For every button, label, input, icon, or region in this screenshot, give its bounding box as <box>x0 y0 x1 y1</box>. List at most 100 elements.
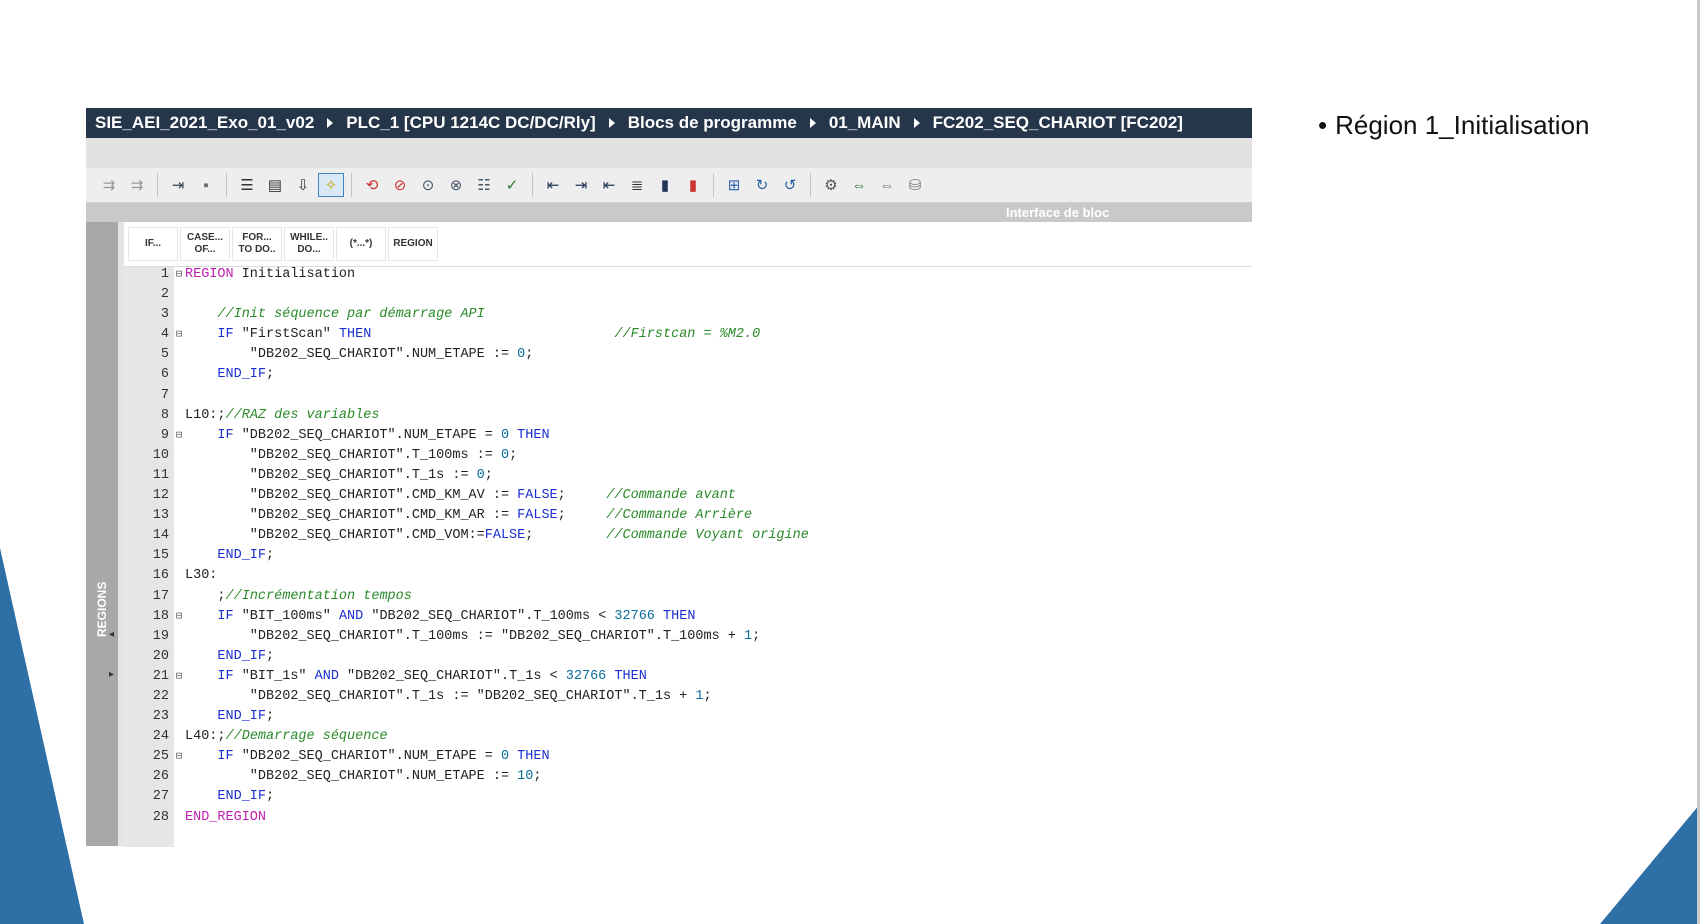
code-line[interactable]: 26 "DB202_SEQ_CHARIOT".NUM_ETAPE := 10; <box>124 769 809 789</box>
code-line[interactable]: 17 ;//Incrémentation tempos <box>124 589 809 609</box>
snippet-comment-button[interactable]: (*...*) <box>336 227 386 261</box>
clear-icon[interactable]: ▪ <box>193 173 219 197</box>
indent-right-icon[interactable]: ⇥ <box>568 173 594 197</box>
breadcrumb-separator-icon <box>913 118 920 128</box>
code-text: "DB202_SEQ_CHARIOT".T_1s := "DB202_SEQ_C… <box>185 688 696 704</box>
goto-icon[interactable]: ⟲ <box>359 173 385 197</box>
regions-collapse-icon[interactable]: ◂ ▸ <box>109 615 114 695</box>
align-icon[interactable]: ☷ <box>471 173 497 197</box>
monitor-icon[interactable]: ⊙ <box>415 173 441 197</box>
slide-decoration-left <box>0 548 84 924</box>
keyword: END_IF <box>217 648 267 664</box>
code-line[interactable]: 19 "DB202_SEQ_CHARIOT".T_100ms := "DB202… <box>124 629 809 649</box>
outdent-icon[interactable]: ⇉ <box>124 173 150 197</box>
block-interface-bar[interactable]: Interface de bloc <box>86 203 1252 223</box>
code-line[interactable]: 25 ⊟ IF "DB202_SEQ_CHARIOT".NUM_ETAPE = 0… <box>124 749 809 769</box>
verify-icon[interactable]: ✓ <box>499 173 525 197</box>
fold-toggle-icon[interactable]: ⊟ <box>173 749 185 763</box>
code-line[interactable]: 3 //Init séquence par démarrage API <box>124 307 809 327</box>
code-line[interactable]: 6 END_IF; <box>124 367 809 387</box>
snippet-if-button[interactable]: IF... <box>128 227 178 261</box>
breadcrumb-block[interactable]: FC202_SEQ_CHARIOT [FC202] <box>933 113 1183 133</box>
compare-icon[interactable]: ⇔ <box>846 173 872 197</box>
code-line[interactable]: 10 "DB202_SEQ_CHARIOT".T_100ms := 0; <box>124 448 809 468</box>
code-line[interactable]: 12 "DB202_SEQ_CHARIOT".CMD_KM_AV := FALS… <box>124 488 809 508</box>
bookmark-icon[interactable]: ▮ <box>652 173 678 197</box>
breadcrumb-separator-icon <box>327 118 334 128</box>
keyword: THEN <box>517 749 550 765</box>
code-line[interactable]: 21 ⊟ IF "BIT_1s" AND "DB202_SEQ_CHARIOT".… <box>124 669 809 689</box>
snippet-icon[interactable]: ✧ <box>318 173 344 197</box>
keyword: THEN <box>338 327 372 343</box>
snippet-for-button[interactable]: FOR... TO DO.. <box>232 227 282 261</box>
breadcrumb-plc[interactable]: PLC_1 [CPU 1214C DC/DC/Rly] <box>346 113 595 133</box>
code-text: ; <box>557 488 607 504</box>
snippet-case-button[interactable]: CASE... OF... <box>180 227 230 261</box>
toolbar-separator <box>351 173 352 197</box>
insert-icon[interactable]: ⇥ <box>165 173 191 197</box>
delete-breakpoint-icon[interactable]: ⊘ <box>387 173 413 197</box>
code-line[interactable]: 28 END_REGION <box>124 810 809 830</box>
code-line[interactable]: 11 "DB202_SEQ_CHARIOT".T_1s := 0; <box>124 468 809 488</box>
regions-panel[interactable]: REGIONS ◂ ▸ <box>86 222 118 846</box>
next-icon[interactable]: ↻ <box>749 173 775 197</box>
region-keyword: REGION <box>185 267 234 282</box>
code-text: ; <box>185 588 226 604</box>
code-line[interactable]: 8 L10:;//RAZ des variables <box>124 408 809 428</box>
code-line[interactable]: 9 ⊟ IF "DB202_SEQ_CHARIOT".NUM_ETAPE = 0 … <box>124 428 809 448</box>
slide-bullet: • Région 1_Initialisation <box>1318 110 1590 140</box>
download-icon[interactable]: ⇩ <box>290 173 316 197</box>
code-line[interactable]: 4 ⊟ IF "FirstScan" THEN //Firstcan = %M2.… <box>124 327 809 347</box>
code-line[interactable]: 16 L30: <box>124 568 809 588</box>
monitor-stop-icon[interactable]: ⊗ <box>443 173 469 197</box>
breadcrumb-program-blocks[interactable]: Blocs de programme <box>628 113 797 133</box>
format-icon[interactable]: ≣ <box>624 173 650 197</box>
fold-toggle-icon[interactable]: ⊟ <box>173 609 185 623</box>
code-line[interactable]: 2 <box>124 287 809 307</box>
code-line[interactable]: 27 END_IF; <box>124 789 809 809</box>
code-line[interactable]: 22 "DB202_SEQ_CHARIOT".T_1s := "DB202_SE… <box>124 689 809 709</box>
prev-icon[interactable]: ↺ <box>777 173 803 197</box>
code-text: "DB202_SEQ_CHARIOT".CMD_KM_AV := <box>185 488 518 504</box>
breadcrumb-main[interactable]: 01_MAIN <box>829 113 901 133</box>
code-line[interactable]: 13 "DB202_SEQ_CHARIOT".CMD_KM_AR := FALS… <box>124 508 809 528</box>
database-icon[interactable]: ⛁ <box>902 173 928 197</box>
code-line[interactable]: 7 <box>124 388 809 408</box>
fold-toggle-icon[interactable]: ⊟ <box>173 428 185 442</box>
code-line[interactable]: 23 END_IF; <box>124 709 809 729</box>
snippet-bar: IF... CASE... OF... FOR... TO DO.. WHILE… <box>124 222 1252 267</box>
breadcrumb-project[interactable]: SIE_AEI_2021_Exo_01_v02 <box>95 113 314 133</box>
code-text: ; <box>752 628 761 644</box>
save-icon[interactable]: ▤ <box>262 173 288 197</box>
indent-left-icon[interactable]: ⇤ <box>596 173 622 197</box>
compile-icon[interactable]: ⊞ <box>721 173 747 197</box>
left-arrow-icon[interactable]: ⇤ <box>540 173 566 197</box>
line-number: 18 <box>152 608 169 624</box>
fold-toggle-icon[interactable]: ⊟ <box>173 327 185 341</box>
code-lines[interactable]: 1 ⊟ REGION Initialisation 2 3 //Init séquen… <box>124 267 809 830</box>
snippet-while-button[interactable]: WHILE.. DO... <box>284 227 334 261</box>
compare-stop-icon[interactable]: ⇔ <box>874 173 900 197</box>
code-line[interactable]: 1 ⊟ REGION Initialisation <box>124 267 809 287</box>
fold-toggle-icon[interactable]: ⊟ <box>173 267 185 281</box>
code-line[interactable]: 14 "DB202_SEQ_CHARIOT".CMD_VOM:=FALSE; /… <box>124 528 809 548</box>
list-icon[interactable]: ☰ <box>234 173 260 197</box>
bookmark-clear-icon[interactable]: ▮ <box>680 173 706 197</box>
code-line[interactable]: 24 L40:;//Demarrage séquence <box>124 729 809 749</box>
cross-ref-icon[interactable]: ⚙ <box>818 173 844 197</box>
code-text: "DB202_SEQ_CHARIOT".T_1s := <box>185 467 477 483</box>
code-line[interactable]: 15 END_IF; <box>124 548 809 568</box>
code-line[interactable]: 20 END_IF; <box>124 649 809 669</box>
code-line[interactable]: 5 "DB202_SEQ_CHARIOT".NUM_ETAPE := 0; <box>124 347 809 367</box>
line-number: 16 <box>152 568 169 584</box>
snippet-region-button[interactable]: REGION <box>388 227 438 261</box>
fold-toggle-icon[interactable]: ⊟ <box>173 669 185 683</box>
indent-icon[interactable]: ⇉ <box>96 173 122 197</box>
code-line[interactable]: 18 ⊟ IF "BIT_100ms" AND "DB202_SEQ_CHARIO… <box>124 609 809 629</box>
